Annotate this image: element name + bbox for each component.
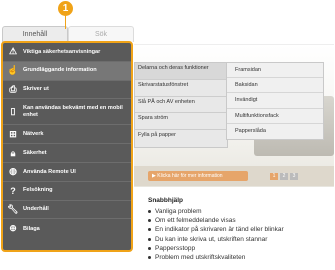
sidebar-item-label: Kan användas bekvämt med en mobil enhet (23, 105, 123, 118)
more-info-button[interactable]: ▶ Klicka här för mer information (148, 171, 248, 181)
tab-search[interactable]: Sök (68, 26, 134, 42)
sidebar-item-label: Underhåll (23, 206, 49, 213)
sidebar-item-remote-ui[interactable]: ◍ Använda Remote UI (3, 163, 131, 182)
pager-page-2[interactable]: 2 (280, 173, 288, 180)
sidebar-item-label: Viktiga säkerhetsanvisningar (23, 48, 101, 55)
sidebar-item-label: Felsökning (23, 187, 53, 194)
submenu-item-status-window[interactable]: Skrivarstatusfönstret (135, 80, 227, 97)
submenu2-item-front[interactable]: Framsidan (227, 63, 323, 79)
sidebar-item-security[interactable]: 🔒︎ Säkerhet (3, 144, 131, 163)
network-icon: ⊞ (9, 128, 17, 139)
submenu-item-parts[interactable]: Delarna och deras funktioner (135, 63, 227, 80)
lock-icon: 🔒︎ (10, 147, 16, 158)
sidebar-item-label: Säkerhet (23, 149, 47, 156)
quick-help-title: Snabbhjälp (148, 197, 184, 204)
pager-page-1[interactable]: 1 (270, 173, 278, 180)
submenu-item-save-power[interactable]: Spara ström (135, 113, 227, 131)
pager-page-3[interactable]: 3 (290, 173, 298, 180)
callout-badge: 1 (58, 1, 73, 16)
quick-help-link[interactable]: Vanliga problem (148, 207, 328, 216)
sidebar-item-safety[interactable]: ⚠ Viktiga säkerhetsanvisningar (3, 43, 131, 62)
quick-help-link[interactable]: Problem med utskriftskvaliteten (148, 253, 328, 262)
tab-contents[interactable]: Innehåll (2, 26, 68, 42)
sidebar-nav: ⚠ Viktiga säkerhetsanvisningar ☝ Grundlä… (1, 41, 133, 252)
wrench-icon: 🔧︎ (7, 203, 19, 214)
sidebar-item-label: Grundläggande information (23, 67, 97, 74)
submenu2-item-back[interactable]: Baksidan (227, 78, 323, 94)
quick-help-link[interactable]: Pappersstopp (148, 244, 328, 253)
quick-help-link[interactable]: Du kan inte skriva ut, utskriften stanna… (148, 235, 328, 244)
sidebar-item-appendix[interactable]: ⊕ Bilaga (3, 219, 131, 238)
submenu-item-power[interactable]: Slå PÅ och AV enheten (135, 97, 227, 114)
sidebar-item-label: Använda Remote UI (23, 168, 76, 175)
submenu2-item-inside[interactable]: Invändigt (227, 93, 323, 109)
hand-pointer-icon: ☝ (7, 65, 19, 76)
submenu-item-load-paper[interactable]: Fylla på papper (135, 130, 227, 147)
sidebar-item-network[interactable]: ⊞ Nätverk (3, 125, 131, 145)
carousel-pager: 1 2 3 (270, 173, 298, 180)
sidebar-item-basic-info[interactable]: ☝ Grundläggande information (3, 61, 131, 81)
sidebar-item-troubleshooting[interactable]: ? Felsökning (3, 182, 131, 201)
mobile-device-icon: ▯ (10, 106, 16, 117)
sidebar-item-label: Bilaga (23, 225, 40, 232)
quick-help: Snabbhjälp Vanliga problem Om ett felmed… (148, 197, 328, 262)
submenu2-item-multipurpose-tray[interactable]: Multifunktionsfack (227, 109, 323, 124)
tab-bar: Innehåll Sök (2, 26, 134, 42)
quick-help-link[interactable]: En indikator på skrivaren är tänd eller … (148, 225, 328, 234)
sidebar-item-label: Skriver ut (23, 86, 49, 93)
submenu2-item-paper-drawer[interactable]: Papperslåda (227, 124, 323, 139)
callout-line (65, 16, 66, 29)
sidebar-item-maintenance[interactable]: 🔧︎ Underhåll (3, 201, 131, 220)
sidebar-item-mobile[interactable]: ▯ Kan användas bekvämt med en mobil enhe… (3, 99, 131, 126)
question-icon: ? (10, 185, 16, 196)
quick-help-list: Vanliga problem Om ett felmeddelande vis… (148, 207, 328, 262)
submenu-basic-info: Delarna och deras funktioner Skrivarstat… (134, 62, 228, 148)
plus-icon: ⊕ (9, 223, 17, 234)
globe-icon: ◍ (9, 166, 17, 177)
printer-icon: ⎙ (9, 83, 17, 94)
quick-help-link[interactable]: Om ett felmeddelande visas (148, 216, 328, 225)
warning-icon: ⚠ (8, 46, 18, 57)
sidebar-item-printing[interactable]: ⎙ Skriver ut (3, 81, 131, 100)
submenu-parts: Framsidan Baksidan Invändigt Multifunkti… (226, 62, 324, 140)
sidebar-item-label: Nätverk (23, 131, 44, 138)
